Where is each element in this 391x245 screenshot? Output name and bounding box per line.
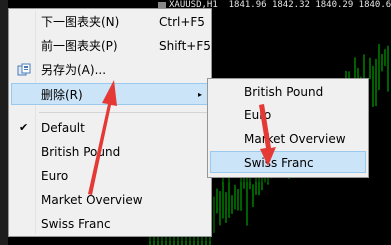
- submenu-item-market-overview[interactable]: Market Overview: [210, 128, 366, 150]
- submenu-item-label: British Pound: [244, 85, 324, 99]
- submenu-item-label: Euro: [244, 108, 272, 122]
- menu-item-label: 前一图表夹(P): [41, 39, 118, 53]
- menu-item-shortcut: Shift+F5: [159, 39, 211, 53]
- save-template-icon: [17, 63, 31, 76]
- menu-item-next-template[interactable]: 下一图表夹(N) Ctrl+F5: [11, 11, 209, 33]
- template-item-default[interactable]: ✔ Default: [11, 117, 209, 139]
- menu-item-label: Default: [41, 121, 85, 135]
- menu-item-label: British Pound: [41, 145, 121, 159]
- menu-item-label: Euro: [41, 169, 69, 183]
- chart-ohlc: 1841.96 1842.32 1840.29 1840.61: [228, 0, 391, 10]
- menu-item-label: 下一图表夹(N): [41, 15, 120, 29]
- template-item-euro[interactable]: Euro: [11, 165, 209, 187]
- submenu-item-british-pound[interactable]: British Pound: [210, 81, 366, 103]
- template-item-british-pound[interactable]: British Pound: [11, 141, 209, 163]
- remove-submenu: British Pound Euro Market Overview Swiss…: [207, 78, 369, 178]
- template-item-market-overview[interactable]: Market Overview: [11, 189, 209, 211]
- menu-item-save-as[interactable]: 另存为(A)...: [11, 59, 209, 81]
- submenu-item-label: Market Overview: [244, 132, 346, 146]
- submenu-item-label: Swiss Franc: [244, 156, 314, 170]
- menu-item-label: 另存为(A)...: [41, 63, 107, 77]
- menu-item-label: 删除(R): [41, 88, 83, 102]
- menu-item-label: Market Overview: [41, 193, 143, 207]
- menu-item-remove[interactable]: 删除(R) ▸: [11, 83, 209, 105]
- template-context-menu: 下一图表夹(N) Ctrl+F5 前一图表夹(P) Shift+F5 另存为(A…: [8, 8, 212, 237]
- menu-item-label: Swiss Franc: [41, 217, 111, 231]
- submenu-item-swiss-franc[interactable]: Swiss Franc: [210, 151, 366, 173]
- menu-item-prev-template[interactable]: 前一图表夹(P) Shift+F5: [11, 35, 211, 57]
- menu-item-shortcut: Ctrl+F5: [159, 15, 205, 29]
- menu-separator: [39, 112, 207, 113]
- submenu-item-euro[interactable]: Euro: [210, 104, 366, 126]
- template-item-swiss-franc[interactable]: Swiss Franc: [11, 213, 209, 235]
- submenu-arrow-icon: ▸: [197, 90, 202, 99]
- symbol-icon: [158, 1, 166, 8]
- checkmark-icon: ✔: [19, 121, 29, 134]
